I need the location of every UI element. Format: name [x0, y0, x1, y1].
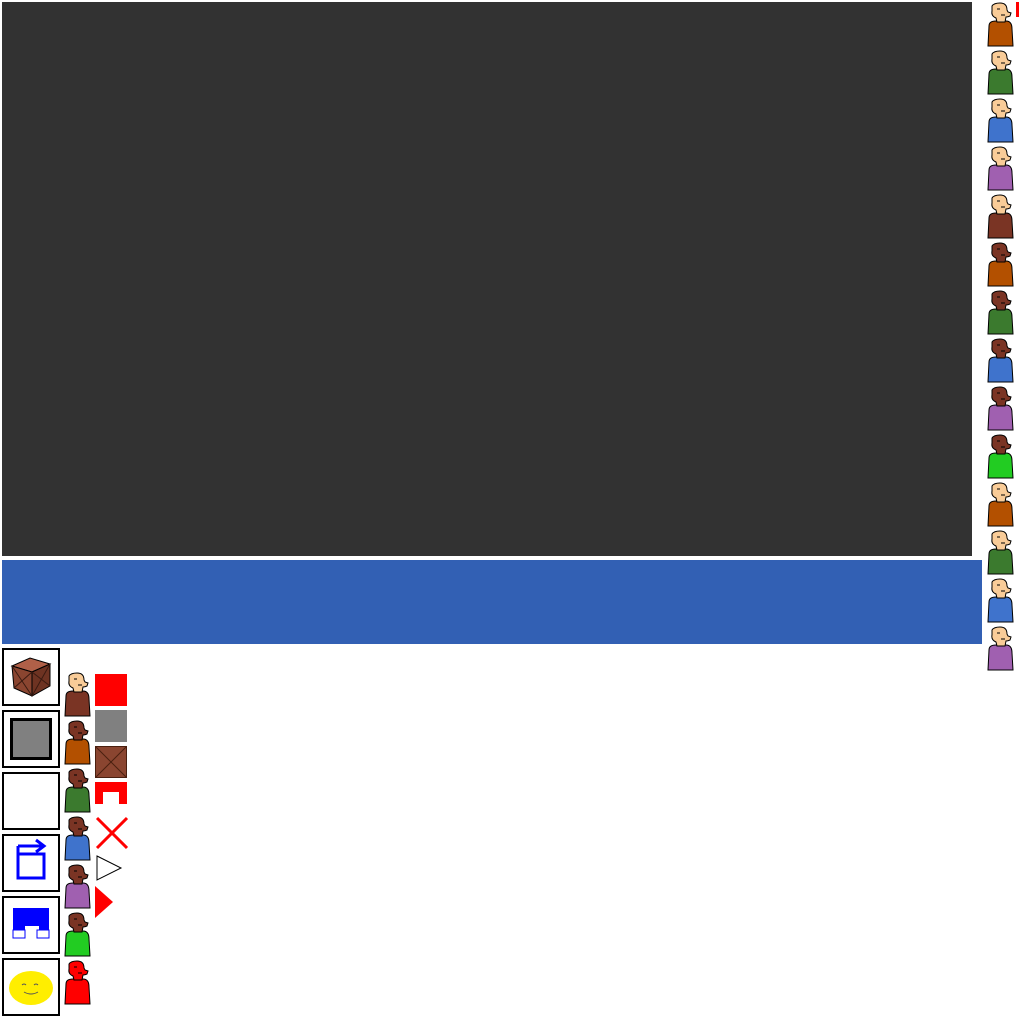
crate-block-tool[interactable]	[2, 648, 60, 706]
player-avatar-icon	[986, 434, 1014, 480]
player-avatar-icon	[986, 194, 1014, 240]
avatar-option-7[interactable]	[63, 960, 91, 1006]
triangle-red-icon	[95, 886, 115, 922]
chat-bar[interactable]	[2, 560, 982, 644]
gray-square-icon	[95, 710, 127, 746]
game-canvas[interactable]	[2, 2, 972, 556]
red-pointer-swatch[interactable]	[95, 886, 115, 923]
player-avatar-icon	[986, 578, 1014, 624]
x-icon	[95, 816, 129, 854]
delete-swatch[interactable]	[95, 816, 129, 855]
player-avatar-icon	[986, 386, 1014, 432]
red-arch-swatch[interactable]	[95, 782, 127, 811]
avatar-option-3[interactable]	[63, 768, 91, 814]
gray-square-swatch[interactable]	[95, 710, 127, 747]
arch-icon	[95, 782, 127, 810]
player-avatar-icon	[986, 290, 1014, 336]
player-avatar-icon	[986, 146, 1014, 192]
player-avatar-icon	[986, 530, 1014, 576]
empty-tool[interactable]	[2, 772, 60, 830]
avatar-option-2[interactable]	[63, 720, 91, 766]
avatar-option-4[interactable]	[63, 816, 91, 862]
player-avatar-icon	[986, 50, 1014, 96]
smiley-tool[interactable]	[2, 958, 60, 1016]
bridge-tool[interactable]	[2, 896, 60, 954]
red-square-icon	[95, 674, 127, 710]
player-avatar-icon	[986, 242, 1014, 288]
avatar-option-1[interactable]	[63, 672, 91, 718]
player-avatar-icon	[986, 2, 1014, 48]
rotate-tool[interactable]	[2, 834, 60, 892]
stone-block-tool[interactable]	[2, 710, 60, 768]
cursor-marker	[1016, 2, 1019, 17]
player-avatar-icon	[986, 98, 1014, 144]
avatar-option-6[interactable]	[63, 912, 91, 958]
player-avatar-icon	[986, 482, 1014, 528]
player-avatar-icon	[986, 338, 1014, 384]
player-avatar-icon	[986, 626, 1014, 672]
crate-icon	[94, 745, 128, 782]
white-pointer-swatch[interactable]	[95, 854, 123, 887]
red-square-swatch[interactable]	[95, 674, 127, 711]
triangle-outline-icon	[95, 855, 123, 886]
avatar-option-5[interactable]	[63, 864, 91, 910]
crate-swatch[interactable]	[94, 745, 128, 783]
